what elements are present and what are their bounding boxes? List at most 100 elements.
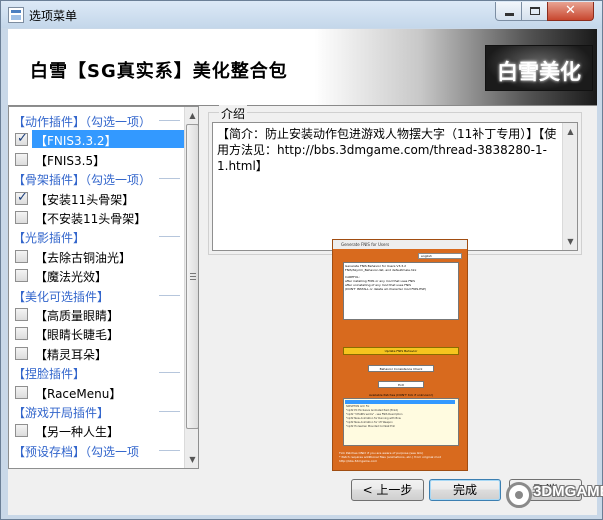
preview-footer: Tick Patches ONLY if you are aware of pu…: [339, 451, 463, 469]
option-label: 【精灵耳朵】: [35, 347, 108, 362]
intro-legend: 介绍: [219, 105, 248, 122]
watermark-text: 3DMGAME: [533, 483, 603, 500]
maximize-icon: [530, 7, 540, 15]
option-label: 【不安装11头骨架】: [35, 212, 147, 226]
preview-patches-label: Available Patches (DON'T tick if unknown…: [368, 393, 434, 397]
banner-title: 白雪【SG真实系】美化整合包: [30, 61, 288, 82]
banner-logo-text: 白雪美化: [497, 59, 581, 84]
group-header-label: 【预设存档】（勾选一项: [13, 444, 140, 459]
preview-footer-line: http://bbs.3dmgame.com: [339, 459, 378, 463]
close-icon: ✕: [565, 3, 576, 18]
scroll-up-arrow-icon[interactable]: ▲: [186, 108, 198, 123]
preview-update-button: Update FNIS Behavior: [343, 347, 459, 355]
option-checkbox[interactable]: [15, 269, 28, 283]
options-list-item[interactable]: 【不安装11头骨架】: [9, 208, 184, 227]
option-checkbox[interactable]: [15, 152, 28, 166]
options-list-item[interactable]: ✓ 【FNIS3.3.2】: [9, 130, 184, 149]
options-list-item[interactable]: 【RaceMenu】: [9, 383, 184, 402]
options-list-item[interactable]: 【另一种人生】: [9, 421, 184, 440]
preview-patch-list: SKELETON Arm Fix *xp32 PC Exclusive Anima…: [343, 398, 459, 446]
group-header-label: 【游戏开局插件】: [13, 406, 110, 420]
options-list-scrollbar[interactable]: ▲ ▼: [184, 107, 198, 468]
client-area: 白雪【SG真实系】美化整合包 白雪美化 【动作插件】（勾选一项） ✓ 【FNIS3.…: [8, 29, 597, 515]
option-checkbox[interactable]: ✓: [15, 189, 28, 205]
finish-button[interactable]: 完成: [429, 479, 501, 501]
option-label: 【去除古铜油光】: [35, 250, 132, 265]
preview-consistence-button: Behavior Consistence Check: [368, 365, 434, 372]
option-label: 【FNIS3.5】: [35, 153, 106, 168]
option-checkbox[interactable]: [15, 308, 28, 321]
option-label: 【高质量眼睛】: [35, 309, 120, 323]
option-label: 【RaceMenu】: [35, 386, 122, 401]
preview-patch-selection: [345, 400, 455, 404]
options-list-item[interactable]: 【眼睛长睫毛】: [9, 324, 184, 343]
preview-patch-line: *xp32 Horsemen Mounted Combat Enh: [346, 425, 396, 428]
options-list[interactable]: 【动作插件】（勾选一项） ✓ 【FNIS3.3.2】 【FNIS3.5】 【骨架插件】（…: [8, 106, 199, 469]
preview-image: Generate FNIS for Users english Generate…: [332, 239, 468, 471]
title-bar[interactable]: 选项菜单 ✕: [1, 1, 602, 28]
intro-group: 介绍 【简介：防止安装动作包进游戏人物摆大字（11补丁专用）】【使用方法见：ht…: [208, 105, 582, 255]
maximize-button[interactable]: [521, 2, 548, 21]
group-divider: [159, 372, 180, 374]
options-group-header: 【游戏开局插件】: [9, 402, 184, 421]
app-icon: [8, 7, 24, 23]
preview-log: Generate FNIS Behavior for Users V3.3.2 F…: [343, 262, 459, 320]
group-header-label: 【骨架插件】（勾选一项）: [13, 173, 152, 188]
options-group-header: 【捏脸插件】: [9, 363, 184, 382]
option-checkbox[interactable]: [15, 327, 28, 341]
options-group-header: 【骨架插件】（勾选一项）: [9, 169, 184, 188]
options-list-item[interactable]: 【去除古铜油光】: [9, 247, 184, 266]
watermark-circle-icon: [506, 482, 532, 508]
options-list-item[interactable]: ✓ 【安装11头骨架】: [9, 189, 184, 208]
prev-button[interactable]: < 上一步: [351, 479, 424, 501]
banner-logo: 白雪美化: [485, 45, 593, 91]
options-list-item[interactable]: 【魔法光效】: [9, 266, 184, 285]
option-checkbox[interactable]: ✓: [15, 131, 28, 147]
group-header-label: 【美化可选插件】: [13, 289, 110, 304]
minimize-button[interactable]: [495, 2, 522, 21]
preview-window-title: Generate FNIS for Users: [333, 240, 467, 249]
checkmark-icon: ✓: [17, 189, 28, 205]
preview-log-line: (DON'T INSTALL or delete all character m…: [345, 287, 426, 291]
close-button[interactable]: ✕: [547, 2, 594, 21]
option-checkbox[interactable]: [15, 211, 28, 224]
preview-log-lines: Generate FNIS Behavior for Users V3.3.2 F…: [345, 264, 457, 291]
group-divider: [159, 120, 180, 121]
group-header-label: 【光影插件】: [13, 231, 86, 246]
scroll-thumb[interactable]: [186, 124, 198, 429]
preview-exit-button: Exit: [378, 381, 424, 388]
scroll-down-arrow-icon[interactable]: ▼: [186, 452, 198, 467]
intro-text: 【简介：防止安装动作包进游戏人物摆大字（11补丁专用）】【使用方法见：http:…: [217, 127, 557, 173]
installer-window: 选项菜单 ✕ 白雪【SG真实系】美化整合包 白雪美化 【动作插件】（勾选一项） ✓…: [0, 0, 603, 520]
group-divider: [159, 178, 180, 180]
options-group-header: 【动作插件】（勾选一项）: [9, 111, 184, 130]
intro-scroll-down-icon[interactable]: ▼: [564, 234, 577, 249]
group-divider: [159, 449, 180, 451]
group-divider: [159, 294, 180, 296]
options-group-header: 【美化可选插件】: [9, 286, 184, 305]
group-divider: [159, 411, 180, 412]
option-checkbox[interactable]: [15, 346, 28, 360]
option-label: 【魔法光效】: [35, 270, 108, 285]
options-list-item[interactable]: 【FNIS3.5】: [9, 150, 184, 169]
group-divider: [159, 236, 180, 238]
options-group-header: 【预设存档】（勾选一项: [9, 441, 184, 460]
options-list-item[interactable]: 【高质量眼睛】: [9, 305, 184, 324]
options-group-header: 【光影插件】: [9, 227, 184, 246]
intro-textbox[interactable]: 【简介：防止安装动作包进游戏人物摆大字（11补丁专用）】【使用方法见：http:…: [212, 122, 578, 251]
option-label: 【另一种人生】: [35, 425, 120, 440]
option-checkbox[interactable]: [15, 385, 28, 399]
option-label: 【眼睛长睫毛】: [35, 328, 120, 343]
option-checkbox[interactable]: [15, 424, 28, 438]
watermark-logo: 3DMGAME: [506, 474, 603, 514]
options-list-item[interactable]: 【精灵耳朵】: [9, 344, 184, 363]
minimize-icon: [505, 13, 514, 16]
option-checkbox[interactable]: [15, 249, 28, 263]
group-header-label: 【捏脸插件】: [13, 367, 86, 382]
preview-language-combo: english: [418, 253, 462, 259]
intro-scrollbar[interactable]: ▲ ▼: [562, 123, 577, 250]
checkmark-icon: ✓: [17, 131, 28, 147]
option-label: 【FNIS3.3.2】: [35, 134, 117, 149]
intro-scroll-up-icon[interactable]: ▲: [564, 124, 577, 139]
preview-patch-lines: SKELETON Arm Fix *xp32 PC Exclusive Anima…: [346, 405, 456, 429]
